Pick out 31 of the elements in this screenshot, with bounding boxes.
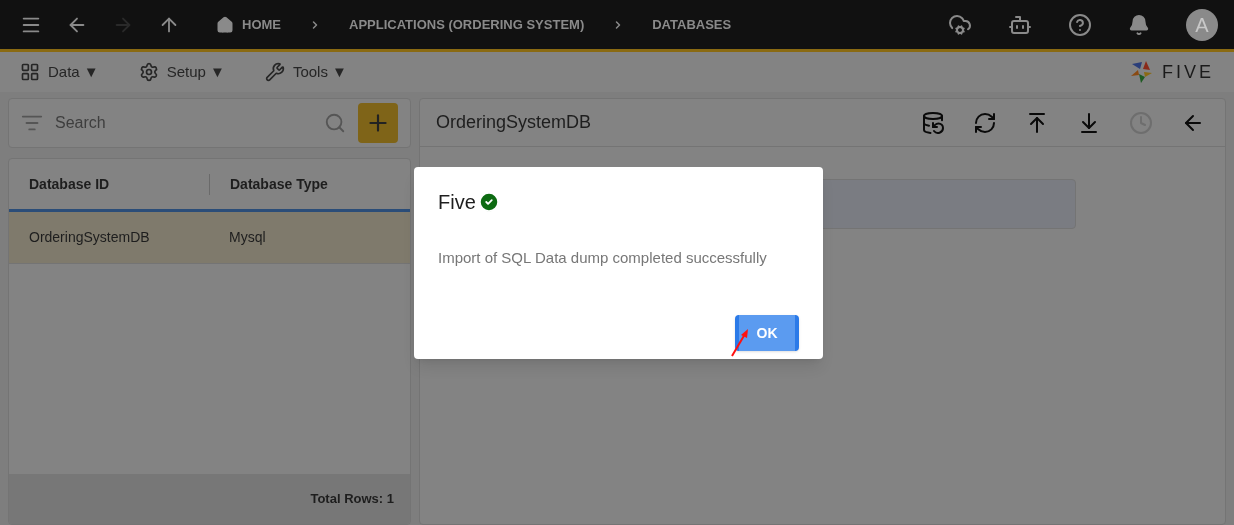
total-rows: Total Rows: 1 [310, 489, 394, 509]
column-header[interactable]: Database ID [9, 173, 209, 195]
logo-text: FIVE [1162, 60, 1214, 84]
ok-button[interactable]: OK [735, 315, 799, 351]
home-icon [216, 15, 234, 34]
breadcrumb-link[interactable]: DATABASES [652, 14, 732, 35]
column-header[interactable]: Database Type [209, 173, 409, 195]
breadcrumb-link[interactable]: HOME [216, 14, 281, 35]
wrench-icon [264, 62, 285, 82]
menu-button[interactable]: Tools ▼ [264, 60, 347, 84]
table-icon [20, 62, 40, 82]
add-button[interactable] [358, 103, 398, 143]
check-icon [477, 191, 500, 213]
table-row[interactable]: OrderingSystemDB Mysql [9, 212, 410, 264]
table-cell-text: Mysql [228, 228, 267, 247]
gear-icon [138, 62, 159, 82]
menu-button[interactable]: Setup ▼ [138, 60, 225, 84]
menu-button[interactable]: Data ▼ [20, 60, 99, 84]
database-sync-icon [973, 110, 997, 135]
bell-icon[interactable] [1128, 13, 1150, 36]
help-icon[interactable] [1068, 12, 1092, 37]
logo-icon [1130, 60, 1154, 84]
breadcrumb-link[interactable]: APPLICATIONS (ORDERING SYSTEM) [349, 14, 585, 35]
dialog-title: Five [438, 190, 476, 215]
search-bar[interactable]: Search [8, 98, 411, 148]
cloud-icon[interactable] [948, 12, 972, 37]
annotation-arrow [730, 328, 750, 358]
search-field[interactable]: Search [55, 111, 312, 135]
dialog-message: Import of SQL Data dump completed successfully [438, 248, 768, 268]
detail-title: OrderingSystemDB [436, 111, 592, 134]
table-cell-text: OrderingSystemDB [28, 228, 151, 247]
